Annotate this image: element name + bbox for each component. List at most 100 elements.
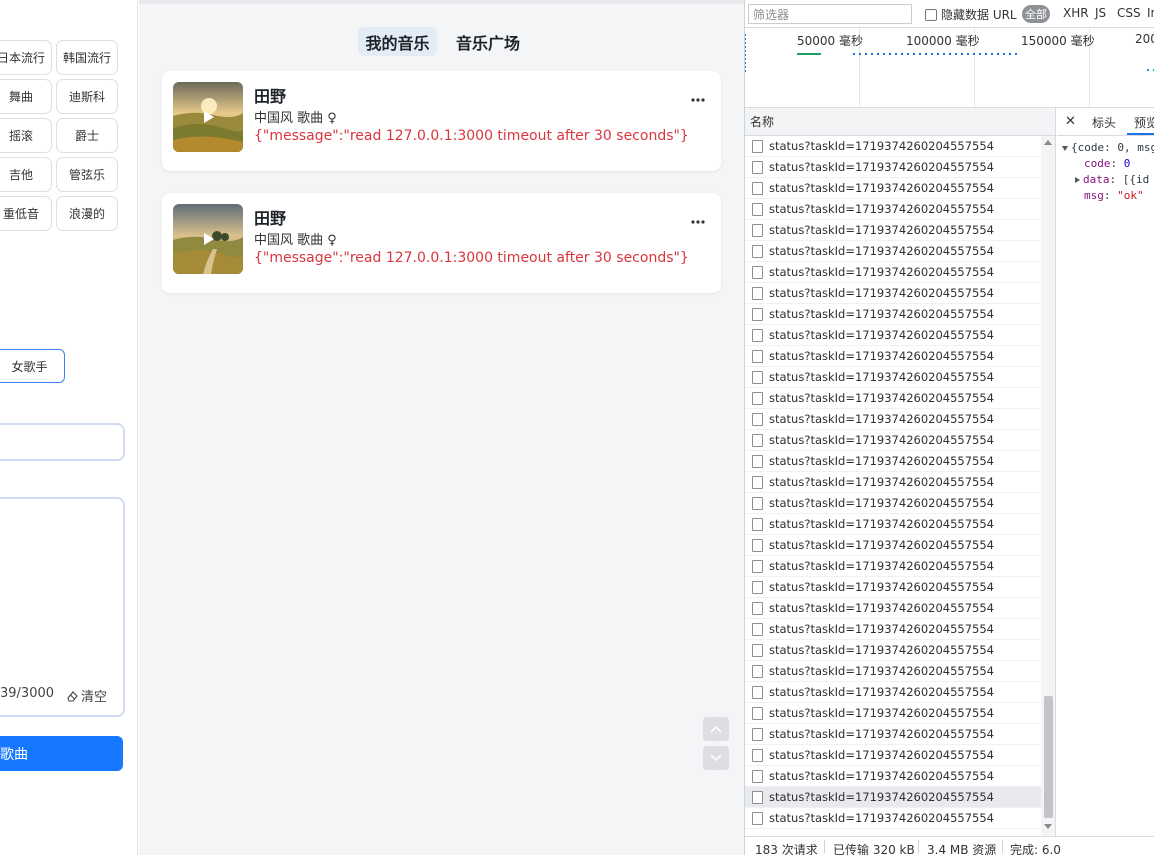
request-row[interactable]: status?taskId=1719374260204557554 bbox=[745, 766, 1041, 787]
tab-music-plaza[interactable]: 音乐广场 bbox=[446, 27, 530, 56]
document-icon bbox=[752, 601, 763, 615]
name-column-header[interactable]: 名称 bbox=[745, 108, 1056, 136]
request-row[interactable]: status?taskId=1719374260204557554 bbox=[745, 409, 1041, 430]
request-row[interactable]: status?taskId=1719374260204557554 bbox=[745, 262, 1041, 283]
request-row[interactable]: status?taskId=1719374260204557554 bbox=[745, 451, 1041, 472]
filter-input[interactable]: 筛选器 bbox=[748, 4, 912, 24]
style-tag[interactable]: 摇滚 bbox=[0, 118, 52, 153]
type-filter-all[interactable]: 全部 bbox=[1022, 5, 1050, 23]
type-filter-xhr[interactable]: XHR bbox=[1063, 6, 1089, 20]
style-tag[interactable]: 吉他 bbox=[0, 157, 52, 192]
request-row[interactable]: status?taskId=1719374260204557554 bbox=[745, 346, 1041, 367]
document-icon bbox=[752, 664, 763, 678]
chevron-down-icon bbox=[710, 754, 722, 762]
request-row[interactable]: status?taskId=1719374260204557554 bbox=[745, 325, 1041, 346]
request-row[interactable]: status?taskId=1719374260204557554 bbox=[745, 703, 1041, 724]
document-icon bbox=[752, 517, 763, 531]
request-row[interactable]: status?taskId=1719374260204557554 bbox=[745, 514, 1041, 535]
request-name: status?taskId=1719374260204557554 bbox=[769, 307, 994, 321]
document-icon bbox=[752, 412, 763, 426]
type-filter-js[interactable]: JS bbox=[1095, 6, 1106, 20]
request-row[interactable]: status?taskId=1719374260204557554 bbox=[745, 304, 1041, 325]
request-row[interactable]: status?taskId=1719374260204557554 bbox=[745, 535, 1041, 556]
request-row[interactable]: status?taskId=1719374260204557554 bbox=[745, 577, 1041, 598]
document-icon bbox=[752, 265, 763, 279]
request-row[interactable]: status?taskId=1719374260204557554 bbox=[745, 724, 1041, 745]
request-row[interactable]: status?taskId=1719374260204557554 bbox=[745, 220, 1041, 241]
scroll-down-button[interactable] bbox=[703, 746, 729, 770]
expand-triangle-icon[interactable] bbox=[1075, 177, 1080, 183]
style-tag[interactable]: 浪漫的 bbox=[56, 196, 118, 231]
request-row[interactable]: status?taskId=1719374260204557554 bbox=[745, 388, 1041, 409]
type-filter-img[interactable]: Im bbox=[1147, 6, 1154, 20]
song-card[interactable]: 田野 中国风 歌曲 ♀ {"message":"read 127.0.0.1:3… bbox=[162, 193, 721, 293]
request-name: status?taskId=1719374260204557554 bbox=[769, 517, 994, 531]
request-row[interactable]: status?taskId=1719374260204557554 bbox=[745, 661, 1041, 682]
request-count: 183 次请求 bbox=[755, 843, 818, 855]
request-row[interactable]: status?taskId=1719374260204557554 bbox=[745, 157, 1041, 178]
request-name: status?taskId=1719374260204557554 bbox=[769, 202, 994, 216]
request-row[interactable]: status?taskId=1719374260204557554 bbox=[745, 430, 1041, 451]
request-name: status?taskId=1719374260204557554 bbox=[769, 370, 994, 384]
lyrics-textarea[interactable] bbox=[0, 497, 125, 717]
request-row[interactable]: status?taskId=1719374260204557554 bbox=[745, 367, 1041, 388]
request-list-scrollbar[interactable] bbox=[1041, 136, 1056, 836]
checkbox[interactable] bbox=[925, 8, 937, 21]
tab-preview[interactable]: 预览 bbox=[1134, 114, 1154, 131]
scroll-thumb[interactable] bbox=[1044, 696, 1053, 818]
song-title-input[interactable] bbox=[0, 423, 125, 461]
request-row[interactable]: status?taskId=1719374260204557554 bbox=[745, 745, 1041, 766]
tab-my-music[interactable]: 我的音乐 bbox=[358, 27, 437, 56]
request-row[interactable]: status?taskId=1719374260204557554 bbox=[745, 787, 1041, 808]
close-icon[interactable]: ✕ bbox=[1065, 114, 1076, 129]
preview-root-line[interactable]: {code: 0, msg bbox=[1062, 141, 1154, 154]
document-icon bbox=[752, 454, 763, 468]
preview-data-line[interactable]: data: [{id bbox=[1075, 173, 1149, 186]
document-icon bbox=[752, 475, 763, 489]
request-row[interactable]: status?taskId=1719374260204557554 bbox=[745, 619, 1041, 640]
song-cover[interactable] bbox=[173, 204, 243, 274]
request-row[interactable]: status?taskId=1719374260204557554 bbox=[745, 598, 1041, 619]
scroll-up-button[interactable] bbox=[703, 717, 729, 741]
request-row[interactable]: status?taskId=1719374260204557554 bbox=[745, 640, 1041, 661]
request-row[interactable]: status?taskId=1719374260204557554 bbox=[745, 472, 1041, 493]
more-icon[interactable] bbox=[691, 209, 705, 224]
play-icon[interactable] bbox=[173, 82, 243, 152]
request-row[interactable]: status?taskId=1719374260204557554 bbox=[745, 682, 1041, 703]
more-icon[interactable] bbox=[691, 87, 705, 102]
style-tag[interactable]: 韩国流行 bbox=[56, 40, 118, 75]
tag-female-singer[interactable]: 女歌手 bbox=[0, 349, 65, 383]
tab-headers[interactable]: 标头 bbox=[1092, 114, 1116, 131]
collapse-triangle-icon[interactable] bbox=[1062, 145, 1068, 151]
style-tag[interactable]: 舞曲 bbox=[0, 79, 52, 114]
request-row[interactable]: status?taskId=1719374260204557554 bbox=[745, 136, 1041, 157]
style-tag[interactable]: 管弦乐 bbox=[56, 157, 118, 192]
request-name: status?taskId=1719374260204557554 bbox=[769, 580, 994, 594]
song-meta: 中国风 歌曲 ♀ bbox=[254, 233, 337, 248]
style-tag[interactable]: 爵士 bbox=[56, 118, 118, 153]
style-tag[interactable]: 重低音 bbox=[0, 196, 52, 231]
request-name: status?taskId=1719374260204557554 bbox=[769, 349, 994, 363]
preview-msg-key: msg bbox=[1084, 189, 1104, 202]
song-card[interactable]: 田野 中国风 歌曲 ♀ {"message":"read 127.0.0.1:3… bbox=[162, 71, 721, 171]
request-row[interactable]: status?taskId=1719374260204557554 bbox=[745, 808, 1041, 829]
song-meta: 中国风 歌曲 ♀ bbox=[254, 111, 337, 126]
request-row[interactable]: status?taskId=1719374260204557554 bbox=[745, 199, 1041, 220]
network-timeline[interactable]: 50000 毫秒 100000 毫秒 150000 毫秒 200 bbox=[745, 28, 1154, 108]
request-name: status?taskId=1719374260204557554 bbox=[769, 433, 994, 447]
clear-button[interactable]: 清空 bbox=[66, 686, 107, 705]
play-icon[interactable] bbox=[173, 204, 243, 274]
style-tag[interactable]: 日本流行 bbox=[0, 40, 52, 75]
style-tag[interactable]: 迪斯科 bbox=[56, 79, 118, 114]
request-row[interactable]: status?taskId=1719374260204557554 bbox=[745, 556, 1041, 577]
request-row[interactable]: status?taskId=1719374260204557554 bbox=[745, 493, 1041, 514]
hide-data-url-toggle[interactable]: 隐藏数据 URL bbox=[925, 6, 1017, 23]
create-song-button[interactable]: 歌曲 bbox=[0, 736, 123, 771]
request-row[interactable]: status?taskId=1719374260204557554 bbox=[745, 241, 1041, 262]
type-filter-css[interactable]: CSS bbox=[1117, 6, 1141, 20]
song-cover[interactable] bbox=[173, 82, 243, 152]
request-row[interactable]: status?taskId=1719374260204557554 bbox=[745, 178, 1041, 199]
scroll-up-arrow[interactable] bbox=[1044, 140, 1052, 145]
scroll-down-arrow[interactable] bbox=[1044, 824, 1052, 829]
request-row[interactable]: status?taskId=1719374260204557554 bbox=[745, 283, 1041, 304]
